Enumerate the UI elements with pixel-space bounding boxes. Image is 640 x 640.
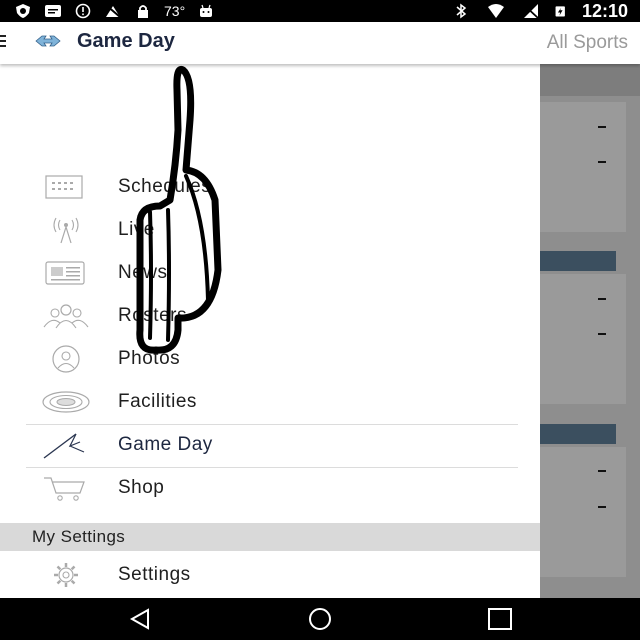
drawer-item-settings[interactable]: Settings bbox=[0, 554, 540, 597]
background-card bbox=[540, 447, 626, 577]
drawer-item-shop[interactable]: Shop bbox=[0, 467, 540, 510]
status-left-icons: 73° bbox=[14, 2, 215, 20]
drawer-item-game-day[interactable]: Game Day bbox=[0, 424, 540, 467]
background-dash bbox=[598, 298, 606, 300]
page-title: Game Day bbox=[77, 30, 175, 52]
lock-icon bbox=[138, 5, 148, 18]
background-content bbox=[540, 64, 640, 598]
background-strip bbox=[540, 424, 616, 444]
navigation-drawer: Schedules Live News Rosters Photos Facil… bbox=[0, 64, 540, 598]
drawer-item-label: Facilities bbox=[118, 391, 197, 412]
system-nav-bar bbox=[0, 598, 640, 640]
newspaper-icon bbox=[45, 261, 85, 285]
drawer-item-label: Game Day bbox=[118, 434, 213, 455]
cart-icon bbox=[44, 477, 85, 501]
all-sports-button[interactable]: All Sports bbox=[547, 32, 628, 54]
message-icon bbox=[45, 5, 61, 17]
cell-signal-icon bbox=[523, 4, 539, 19]
gear-icon bbox=[54, 563, 78, 587]
home-icon[interactable] bbox=[305, 606, 335, 632]
temperature: 73° bbox=[164, 3, 186, 19]
broadcast-icon bbox=[53, 217, 79, 244]
drawer-item-schedules[interactable]: Schedules bbox=[0, 166, 540, 209]
drawer-item-label: Rosters bbox=[118, 305, 187, 326]
battery-charging-icon bbox=[555, 6, 565, 17]
drawer-menu: Schedules Live News Rosters Photos Facil… bbox=[0, 166, 540, 510]
background-dash bbox=[598, 506, 606, 508]
alert-icon bbox=[75, 3, 91, 19]
drawer-item-rosters[interactable]: Rosters bbox=[0, 295, 540, 338]
background-card bbox=[540, 274, 626, 404]
background-dash bbox=[598, 161, 606, 163]
hamburger-icon[interactable] bbox=[0, 34, 8, 48]
status-right-icons: 12:10 bbox=[452, 0, 628, 21]
drawer-item-photos[interactable]: Photos bbox=[0, 338, 540, 381]
background-dash bbox=[598, 333, 606, 335]
shield-icon bbox=[16, 4, 30, 18]
drawer-item-label: Schedules bbox=[118, 176, 212, 197]
calendar-icon bbox=[45, 175, 83, 199]
stadium-icon bbox=[42, 391, 90, 413]
background-dash bbox=[598, 126, 606, 128]
drawer-item-label: Shop bbox=[118, 477, 165, 498]
recents-icon[interactable] bbox=[485, 606, 515, 632]
drawer-item-label: Live bbox=[118, 219, 155, 240]
flag-icon bbox=[43, 433, 85, 459]
status-bar: 73° 12:10 bbox=[0, 0, 640, 22]
drawer-item-live[interactable]: Live bbox=[0, 209, 540, 252]
people-icon bbox=[43, 304, 89, 329]
nc-logo-icon bbox=[35, 35, 61, 47]
background-header bbox=[540, 64, 640, 96]
wifi-icon bbox=[487, 4, 504, 18]
android-icon bbox=[200, 4, 213, 17]
drawer-item-label: Settings bbox=[118, 564, 191, 585]
drawer-item-facilities[interactable]: Facilities bbox=[0, 381, 540, 424]
background-strip bbox=[540, 251, 616, 271]
no-signal-icon bbox=[105, 4, 121, 18]
settings-section-header: My Settings bbox=[0, 523, 540, 551]
clock: 12:10 bbox=[581, 0, 628, 21]
drawer-item-news[interactable]: News bbox=[0, 252, 540, 295]
drawer-item-label: Photos bbox=[118, 348, 181, 369]
app-bar: Game Day All Sports bbox=[0, 22, 640, 64]
background-dash bbox=[598, 470, 606, 472]
section-header-label: My Settings bbox=[32, 527, 126, 546]
bluetooth-icon bbox=[456, 3, 467, 19]
back-icon[interactable] bbox=[126, 606, 156, 632]
background-card bbox=[540, 102, 626, 232]
drawer-item-label: News bbox=[118, 262, 168, 283]
photo-icon bbox=[52, 345, 80, 373]
